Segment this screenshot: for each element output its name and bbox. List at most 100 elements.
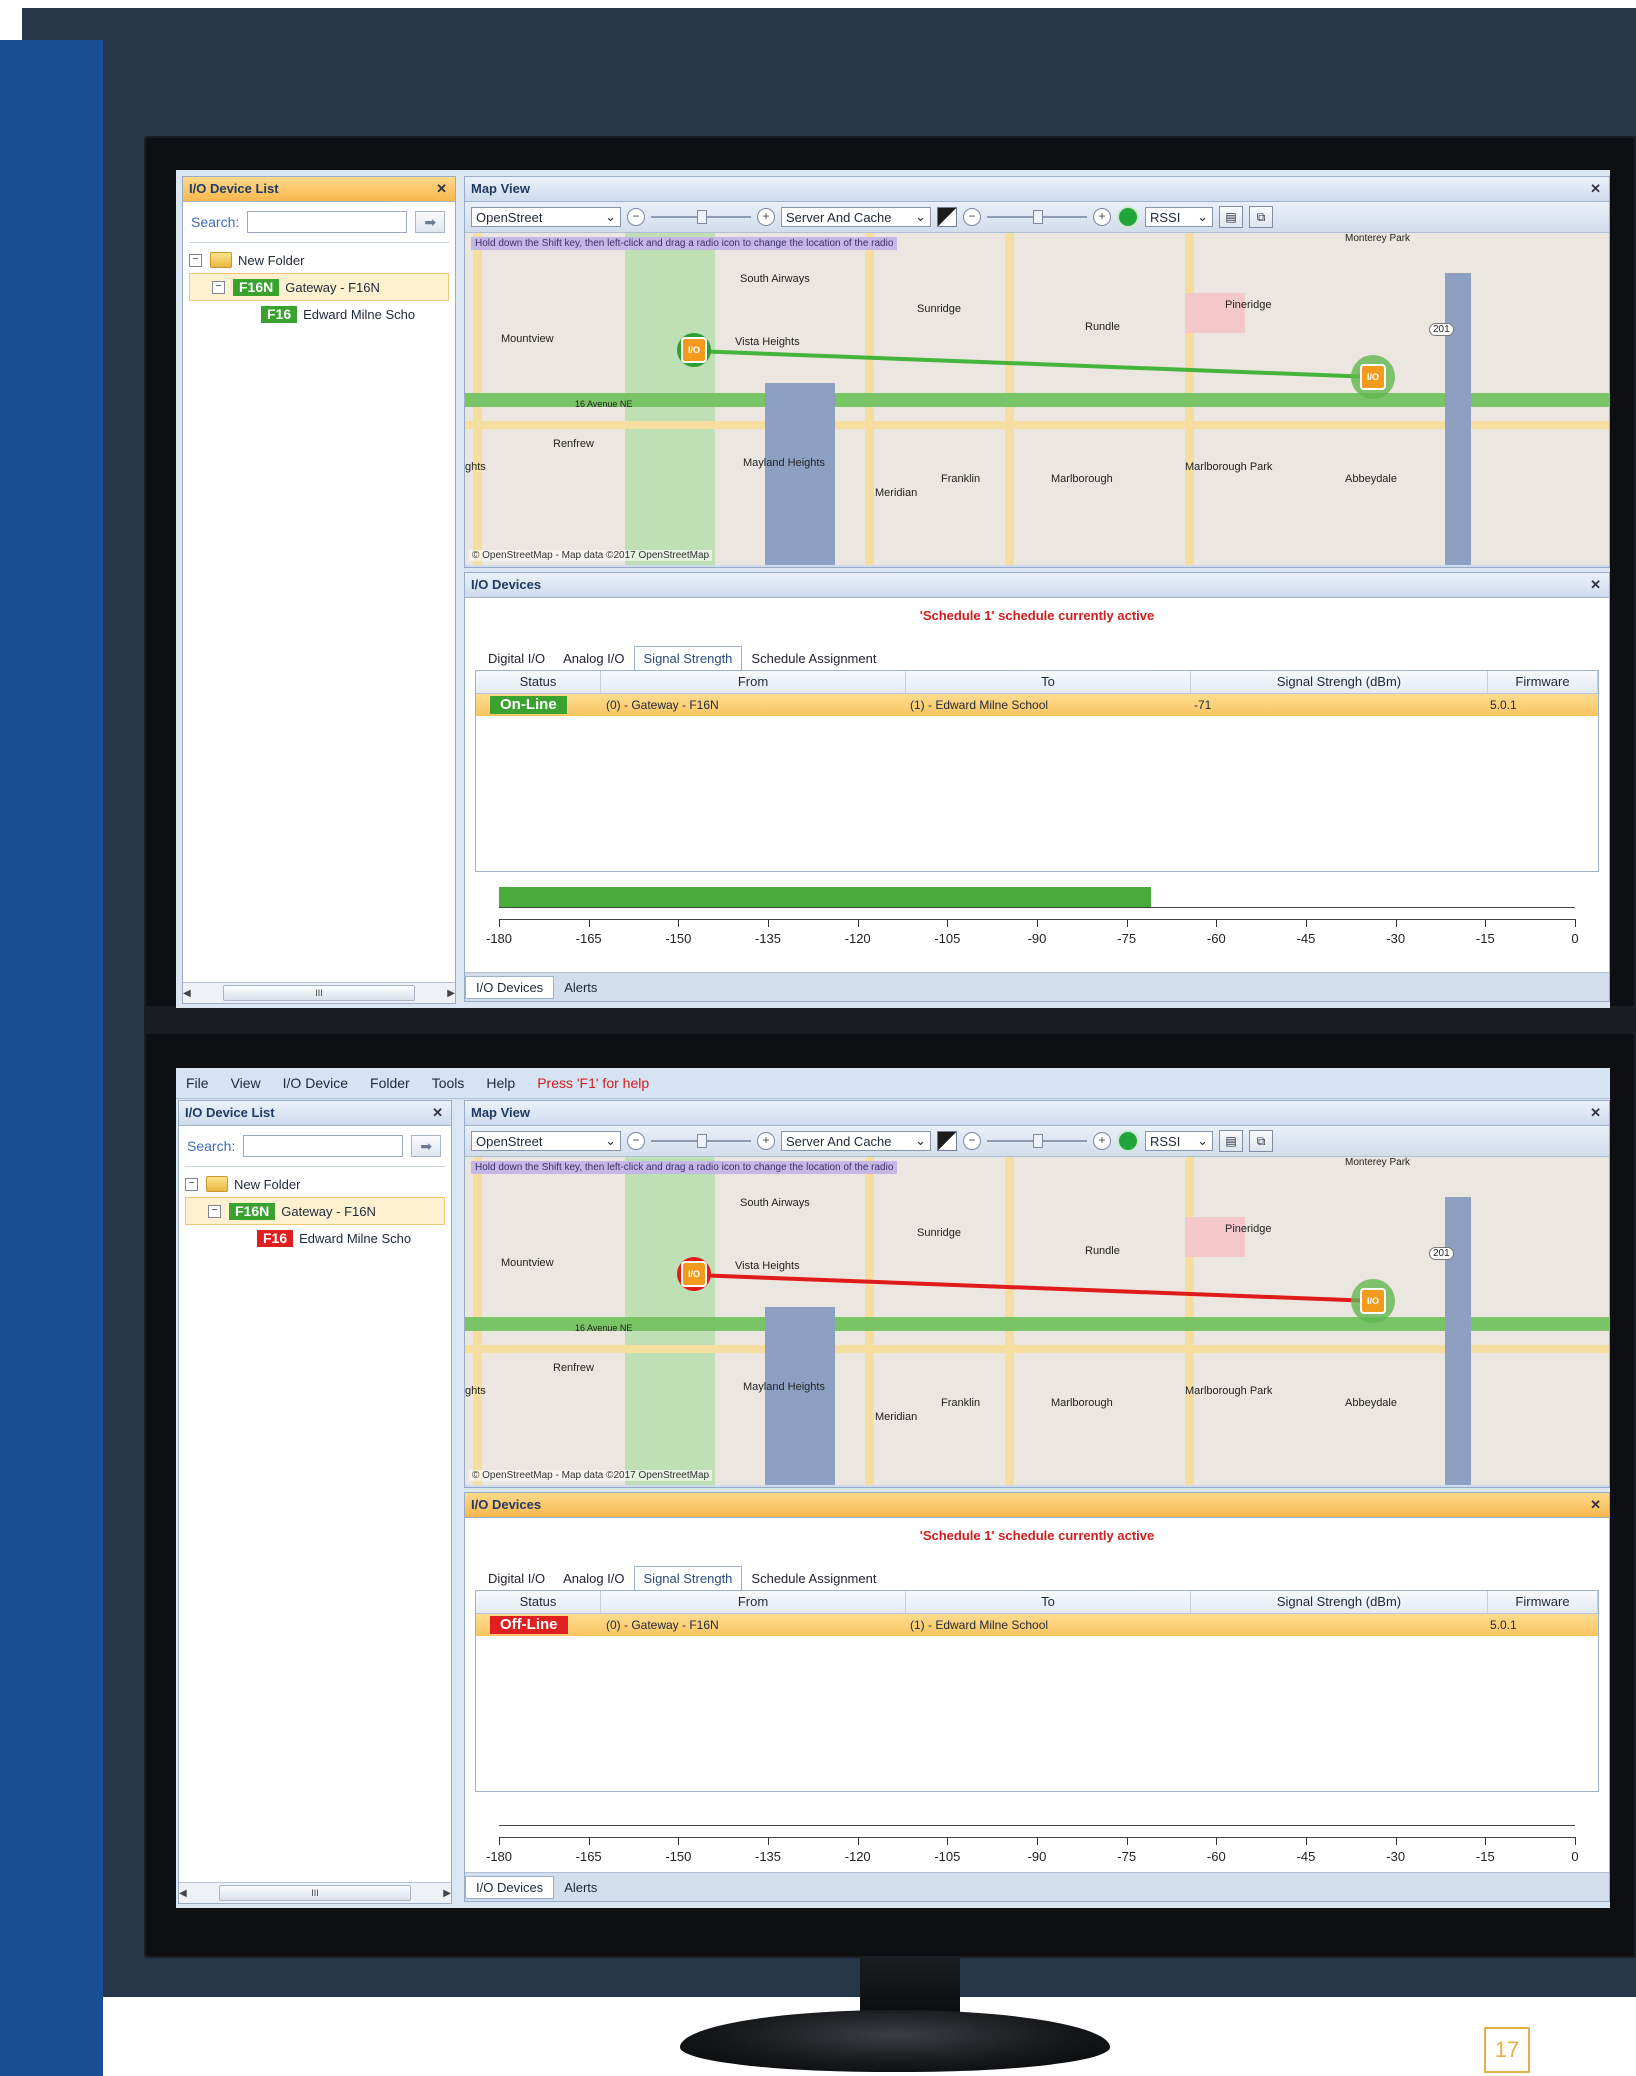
menu-tools[interactable]: Tools [432,1075,465,1091]
axis-tick-label: -60 [1206,931,1226,946]
arrow-right-icon[interactable]: ➡ [411,1135,442,1157]
opacity-minus-icon[interactable]: − [963,208,981,226]
metric-select[interactable]: RSSI ⌄ [1145,207,1213,227]
copy-icon[interactable]: ⧉ [1249,1130,1273,1152]
table-row[interactable]: On-Line (0) - Gateway - F16N (1) - Edwar… [476,694,1598,716]
col-to[interactable]: To [906,671,1191,693]
close-icon[interactable]: ✕ [1590,177,1601,201]
export-icon[interactable]: ▤ [1219,206,1243,228]
tab-signal-strength[interactable]: Signal Strength [633,646,743,670]
col-firmware[interactable]: Firmware [1488,671,1598,693]
copy-icon[interactable]: ⧉ [1249,206,1273,228]
opacity-slider[interactable] [987,210,1087,224]
gateway-radio-marker[interactable]: I/O [677,333,711,367]
search-input[interactable] [247,211,408,233]
collapse-icon[interactable]: − [185,1177,198,1191]
tab-analog-io[interactable]: Analog I/O [554,647,633,670]
folder-icon [210,252,232,268]
opacity-minus-icon[interactable]: − [963,1132,981,1150]
scroll-left-icon[interactable]: ◀ [179,1888,187,1899]
map-canvas[interactable]: Hold down the Shift key, then left-click… [465,233,1609,565]
contrast-icon[interactable] [937,207,957,227]
tree-folder-row[interactable]: − New Folder [185,1171,445,1197]
tab-alerts[interactable]: Alerts [554,977,607,998]
scroll-left-icon[interactable]: ◀ [183,988,191,999]
map-provider-select[interactable]: OpenStreet ⌄ [471,207,621,227]
tab-schedule-assignment[interactable]: Schedule Assignment [742,1567,885,1590]
map-view-pane: Map View ✕ OpenStreet ⌄ − + Server And Ca… [464,1100,1610,1488]
tab-io-devices[interactable]: I/O Devices [465,975,555,999]
opacity-plus-icon[interactable]: + [1093,208,1111,226]
zoom-out-icon[interactable]: − [627,1132,645,1150]
close-icon[interactable]: ✕ [1590,573,1601,597]
collapse-icon[interactable]: − [208,1204,221,1218]
col-firmware[interactable]: Firmware [1488,1591,1598,1613]
radio-icon: I/O [1360,364,1386,390]
collapse-icon[interactable]: − [189,253,202,267]
zoom-in-icon[interactable]: + [757,208,775,226]
tab-io-devices[interactable]: I/O Devices [465,1875,555,1899]
tab-schedule-assignment[interactable]: Schedule Assignment [742,647,885,670]
scroll-right-icon[interactable]: ▶ [447,988,455,999]
status-badge: Off-Line [490,1616,568,1634]
close-icon[interactable]: ✕ [1590,1101,1601,1125]
tree-child-row[interactable]: F16 Edward Milne Scho [185,1225,445,1251]
zoom-slider[interactable] [651,1134,751,1148]
gateway-radio-marker[interactable]: I/O [677,1257,711,1291]
horizontal-scrollbar[interactable]: ◀ III ▶ [183,982,455,1003]
col-signal[interactable]: Signal Strengh (dBm) [1191,1591,1488,1613]
opacity-slider[interactable] [987,1134,1087,1148]
close-icon[interactable]: ✕ [1590,1493,1601,1517]
col-from[interactable]: From [601,1591,906,1613]
menu-view[interactable]: View [231,1075,261,1091]
tab-digital-io[interactable]: Digital I/O [479,647,554,670]
col-to[interactable]: To [906,1591,1191,1613]
export-icon[interactable]: ▤ [1219,1130,1243,1152]
menu-io-device[interactable]: I/O Device [283,1075,348,1091]
close-icon[interactable]: ✕ [432,1101,443,1125]
opacity-plus-icon[interactable]: + [1093,1132,1111,1150]
arrow-right-icon[interactable]: ➡ [415,211,446,233]
cache-select[interactable]: Server And Cache ⌄ [781,1131,931,1151]
tree-gateway-row[interactable]: − F16N Gateway - F16N [185,1197,445,1225]
axis-tick [947,1837,949,1845]
chevron-down-icon: ⌄ [605,1133,616,1148]
tree-gateway-row[interactable]: − F16N Gateway - F16N [189,273,449,301]
axis-tick [1306,1837,1307,1845]
scroll-thumb[interactable]: III [219,1885,411,1901]
col-status[interactable]: Status [476,671,601,693]
tree-child-row[interactable]: F16 Edward Milne Scho [189,301,449,327]
scroll-right-icon[interactable]: ▶ [443,1888,451,1899]
map-provider-select[interactable]: OpenStreet ⌄ [471,1131,621,1151]
horizontal-scrollbar[interactable]: ◀ III ▶ [179,1882,451,1903]
tab-alerts[interactable]: Alerts [554,1877,607,1898]
tab-analog-io[interactable]: Analog I/O [554,1567,633,1590]
zoom-out-icon[interactable]: − [627,208,645,226]
tab-digital-io[interactable]: Digital I/O [479,1567,554,1590]
cache-select[interactable]: Server And Cache ⌄ [781,207,931,227]
child-radio-marker[interactable]: I/O [1351,355,1395,399]
zoom-in-icon[interactable]: + [757,1132,775,1150]
child-radio-marker[interactable]: I/O [1351,1279,1395,1323]
search-input[interactable] [243,1135,404,1157]
col-signal[interactable]: Signal Strengh (dBm) [1191,671,1488,693]
map-canvas[interactable]: Hold down the Shift key, then left-click… [465,1157,1609,1485]
menu-help[interactable]: Help [486,1075,515,1091]
col-status[interactable]: Status [476,1591,601,1613]
close-icon[interactable]: ✕ [436,177,447,201]
tree-folder-row[interactable]: − New Folder [189,247,449,273]
map-copyright: © OpenStreetMap - Map data ©2017 OpenStr… [469,1470,713,1481]
table-row[interactable]: Off-Line (0) - Gateway - F16N (1) - Edwa… [476,1614,1598,1636]
metric-select[interactable]: RSSI ⌄ [1145,1131,1213,1151]
menu-folder[interactable]: Folder [370,1075,410,1091]
status-dot-icon[interactable] [1117,1130,1139,1152]
folder-icon [206,1176,228,1192]
scroll-thumb[interactable]: III [223,985,415,1001]
contrast-icon[interactable] [937,1131,957,1151]
col-from[interactable]: From [601,671,906,693]
collapse-icon[interactable]: − [212,280,225,294]
menu-file[interactable]: File [186,1075,209,1091]
tab-signal-strength[interactable]: Signal Strength [633,1566,743,1590]
status-dot-icon[interactable] [1117,206,1139,228]
zoom-slider[interactable] [651,210,751,224]
